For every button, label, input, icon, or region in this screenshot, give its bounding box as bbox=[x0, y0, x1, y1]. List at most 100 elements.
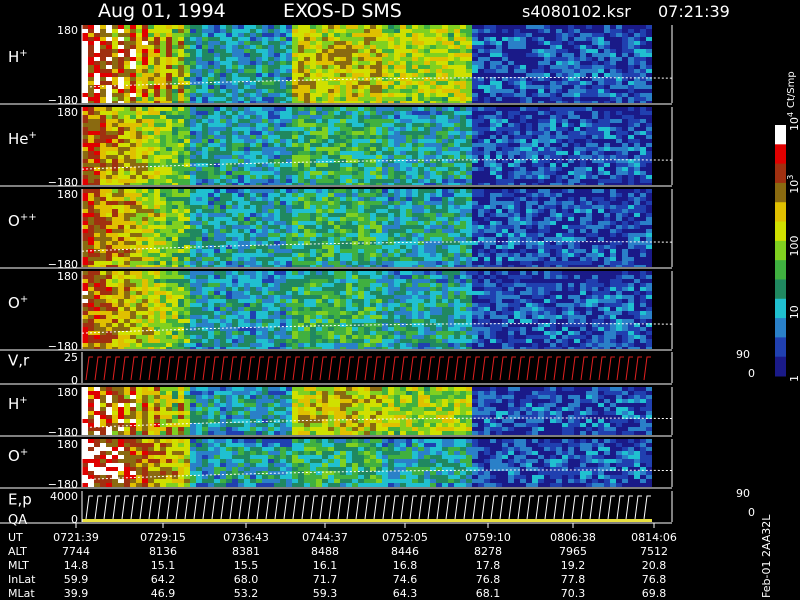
heatmap-cell bbox=[220, 213, 226, 217]
heatmap-cell bbox=[250, 229, 256, 233]
heatmap-cell bbox=[538, 93, 544, 97]
heatmap-cell bbox=[616, 147, 622, 151]
heatmap-cell bbox=[496, 97, 502, 101]
heatmap-cell bbox=[532, 89, 538, 93]
heatmap-cell bbox=[352, 237, 358, 241]
heatmap-cell bbox=[190, 61, 196, 65]
heatmap-cell bbox=[268, 209, 274, 213]
heatmap-cell bbox=[508, 29, 514, 33]
heatmap-cell bbox=[304, 73, 310, 77]
heatmap-cell bbox=[244, 147, 250, 151]
heatmap-cell bbox=[646, 135, 652, 139]
heatmap-cell bbox=[82, 135, 88, 139]
heatmap-cell bbox=[118, 143, 124, 147]
heatmap-cell bbox=[304, 65, 310, 69]
heatmap-cell bbox=[598, 175, 604, 179]
heatmap-cell bbox=[262, 205, 268, 209]
heatmap-cell bbox=[616, 37, 622, 41]
heatmap-cell bbox=[166, 197, 172, 201]
heatmap-cell bbox=[304, 249, 310, 253]
heatmap-cell bbox=[400, 119, 406, 123]
heatmap-cell bbox=[406, 201, 412, 205]
heatmap-cell bbox=[88, 221, 94, 225]
heatmap-cell bbox=[130, 213, 136, 217]
heatmap-cell bbox=[118, 209, 124, 213]
heatmap-cell bbox=[88, 265, 94, 267]
heatmap-cell bbox=[142, 53, 148, 57]
heatmap-cell bbox=[262, 73, 268, 77]
heatmap-cell bbox=[640, 101, 646, 103]
heatmap-cell bbox=[136, 167, 142, 171]
heatmap-cell bbox=[352, 53, 358, 57]
heatmap-cell bbox=[424, 159, 430, 163]
heatmap-cell bbox=[112, 97, 118, 101]
heatmap-cell bbox=[262, 241, 268, 245]
heatmap-cell bbox=[418, 33, 424, 37]
heatmap-cell bbox=[568, 69, 574, 73]
heatmap-cell bbox=[334, 33, 340, 37]
heatmap-cell bbox=[316, 49, 322, 53]
heatmap-cell bbox=[196, 249, 202, 253]
heatmap-cell bbox=[124, 123, 130, 127]
heatmap-cell bbox=[544, 53, 550, 57]
heatmap-cell bbox=[352, 205, 358, 209]
heatmap-cell bbox=[220, 179, 226, 183]
heatmap-cell bbox=[412, 155, 418, 159]
heatmap-cell bbox=[280, 69, 286, 73]
heatmap-cell bbox=[358, 197, 364, 201]
heatmap-cell bbox=[226, 179, 232, 183]
heatmap-cell bbox=[244, 131, 250, 135]
heatmap-cell bbox=[430, 213, 436, 217]
heatmap-cell bbox=[268, 261, 274, 265]
heatmap-cell bbox=[106, 37, 112, 41]
heatmap-cell bbox=[460, 45, 466, 49]
heatmap-cell bbox=[412, 119, 418, 123]
heatmap-cell bbox=[328, 209, 334, 213]
heatmap-cell bbox=[166, 101, 172, 103]
heatmap-cell bbox=[634, 97, 640, 101]
heatmap-cell bbox=[442, 123, 448, 127]
heatmap-cell bbox=[418, 115, 424, 119]
heatmap-cell bbox=[322, 85, 328, 89]
heatmap-cell bbox=[400, 123, 406, 127]
heatmap-cell bbox=[412, 73, 418, 77]
heatmap-cell bbox=[430, 201, 436, 205]
heatmap-cell bbox=[184, 147, 190, 151]
heatmap-cell bbox=[142, 253, 148, 257]
heatmap-cell bbox=[340, 229, 346, 233]
heatmap-cell bbox=[460, 29, 466, 33]
heatmap-cell bbox=[130, 119, 136, 123]
heatmap-cell bbox=[328, 249, 334, 253]
heatmap-cell bbox=[82, 65, 88, 69]
heatmap-cell bbox=[112, 189, 118, 193]
heatmap-cell bbox=[388, 49, 394, 53]
heatmap-cell bbox=[304, 167, 310, 171]
heatmap-cell bbox=[376, 175, 382, 179]
heatmap-cell bbox=[496, 41, 502, 45]
heatmap-cell bbox=[448, 57, 454, 61]
heatmap-cell bbox=[274, 135, 280, 139]
heatmap-cell bbox=[448, 115, 454, 119]
heatmap-cell bbox=[352, 261, 358, 265]
heatmap-cell bbox=[130, 115, 136, 119]
heatmap-cell bbox=[478, 93, 484, 97]
heatmap-cell bbox=[400, 167, 406, 171]
heatmap-cell bbox=[592, 73, 598, 77]
heatmap-cell bbox=[430, 233, 436, 237]
heatmap-cell bbox=[148, 135, 154, 139]
heatmap-cell bbox=[160, 33, 166, 37]
heatmap-cell bbox=[244, 249, 250, 253]
heatmap-cell bbox=[520, 115, 526, 119]
heatmap-cell bbox=[406, 107, 412, 111]
heatmap-cell bbox=[166, 37, 172, 41]
heatmap-cell bbox=[628, 81, 634, 85]
heatmap-cell bbox=[310, 245, 316, 249]
heatmap-cell bbox=[388, 233, 394, 237]
heatmap-cell bbox=[538, 37, 544, 41]
heatmap-cell bbox=[274, 201, 280, 205]
heatmap-cell bbox=[562, 179, 568, 183]
heatmap-cell bbox=[448, 25, 454, 29]
heatmap-cell bbox=[142, 229, 148, 233]
heatmap-cell bbox=[100, 61, 106, 65]
heatmap-cell bbox=[196, 221, 202, 225]
